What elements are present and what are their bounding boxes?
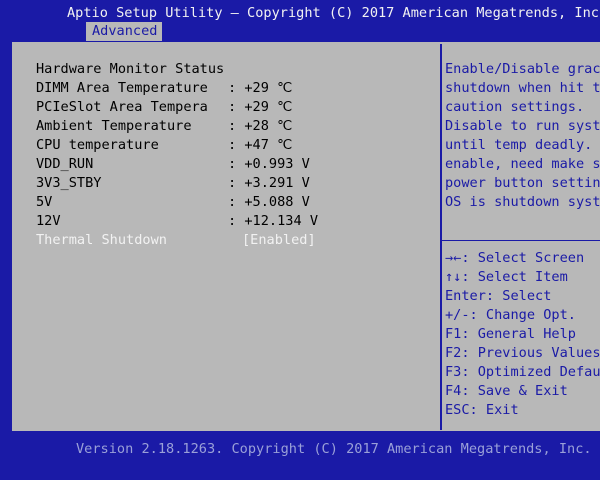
reading-label: VDD_RUN xyxy=(36,156,94,172)
key-help-enter: Enter: Select xyxy=(445,288,552,304)
reading-value: : +29 ℃ xyxy=(228,99,293,115)
key-help-f4: F4: Save & Exit xyxy=(445,383,568,399)
section-heading: Hardware Monitor Status xyxy=(36,60,224,79)
thermal-shutdown-value[interactable]: [Enabled] xyxy=(242,231,316,250)
reading-value: : +5.088 V xyxy=(228,194,310,210)
key-help-change-opt: +/-: Change Opt. xyxy=(445,307,576,323)
app-title: Aptio Setup Utility – Copyright (C) 2017… xyxy=(67,5,600,21)
tab-advanced-label: Advanced xyxy=(92,23,158,39)
help-text-line: OS is shutdown syste xyxy=(445,194,600,210)
reading-value: : +29 ℃ xyxy=(228,80,293,96)
reading-pcieslot-area-temperature: PCIeSlot Area Tempera : +29 ℃ xyxy=(36,98,292,117)
reading-ambient-temperature: Ambient Temperature : +28 ℃ xyxy=(36,117,292,136)
reading-12v: 12V : +12.134 V xyxy=(36,212,318,231)
help-text-line: Disable to run syste xyxy=(445,118,600,134)
reading-3v3-stby: 3V3_STBY : +3.291 V xyxy=(36,174,310,193)
help-text-line: power button setting xyxy=(445,175,600,191)
key-help-f2: F2: Previous Values xyxy=(445,345,600,361)
help-text-line: Enable/Disable grace xyxy=(445,61,600,77)
key-help-esc: ESC: Exit xyxy=(445,402,519,418)
panel-frame xyxy=(12,41,600,48)
reading-value: : +12.134 V xyxy=(228,213,319,229)
help-divider xyxy=(442,240,600,241)
panel-divider xyxy=(440,44,442,430)
reading-label: 3V3_STBY xyxy=(36,175,102,191)
help-text-line: enable, need make su xyxy=(445,156,600,172)
main-panel: Hardware Monitor Status DIMM Area Temper… xyxy=(12,41,600,431)
reading-value: : +28 ℃ xyxy=(228,118,293,134)
help-text-line: caution settings. xyxy=(445,99,585,115)
thermal-shutdown-label: Thermal Shutdown xyxy=(36,232,167,248)
heading-label: Hardware Monitor Status xyxy=(36,61,225,77)
footer-bar: Version 2.18.1263. Copyright (C) 2017 Am… xyxy=(0,431,600,480)
help-text-line: shutdown when hit te xyxy=(445,80,600,96)
title-bar: Aptio Setup Utility – Copyright (C) 2017… xyxy=(0,0,600,22)
reading-label: DIMM Area Temperature xyxy=(36,80,208,96)
reading-cpu-temperature: CPU temperature : +47 ℃ xyxy=(36,136,292,155)
reading-5v: 5V : +5.088 V xyxy=(36,193,310,212)
reading-dimm-area-temperature: DIMM Area Temperature : +29 ℃ xyxy=(36,79,292,98)
key-help-f3: F3: Optimized Defau xyxy=(445,364,600,380)
key-help-select-screen: →←: Select Screen xyxy=(445,250,585,266)
tab-advanced[interactable]: Advanced xyxy=(86,22,162,41)
reading-label: 5V xyxy=(36,194,53,210)
reading-label: Ambient Temperature xyxy=(36,118,192,134)
thermal-shutdown-option[interactable]: Thermal Shutdown [Enabled] xyxy=(36,231,316,250)
reading-value: : +0.993 V xyxy=(228,156,310,172)
reading-value: : +3.291 V xyxy=(228,175,310,191)
reading-vdd-run: VDD_RUN : +0.993 V xyxy=(36,155,310,174)
version-text: Version 2.18.1263. Copyright (C) 2017 Am… xyxy=(76,441,592,457)
key-help-select-item: ↑↓: Select Item xyxy=(445,269,568,285)
reading-label: 12V xyxy=(36,213,61,229)
reading-label: PCIeSlot Area Tempera xyxy=(36,99,208,115)
help-text-line: until temp deadly. I xyxy=(445,137,600,153)
key-help-f1: F1: General Help xyxy=(445,326,576,342)
reading-value: : +47 ℃ xyxy=(228,137,293,153)
reading-label: CPU temperature xyxy=(36,137,159,153)
